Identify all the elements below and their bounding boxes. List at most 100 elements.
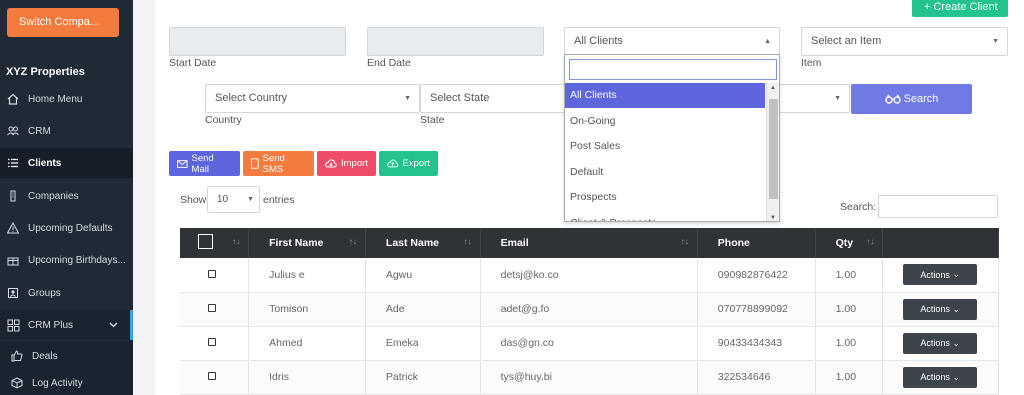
switch-company-button[interactable]: Switch Compa... xyxy=(7,8,119,37)
import-button[interactable]: Import xyxy=(317,151,376,176)
dropdown-option-default[interactable]: Default xyxy=(565,160,765,185)
page-size-select[interactable]: 10 ▼ xyxy=(207,186,260,213)
send-mail-label: Send Mail xyxy=(191,152,214,175)
qty-cell: 1.00 xyxy=(815,292,884,327)
page-size-value: 10 xyxy=(217,194,229,205)
sidebar-item-crm[interactable]: CRM xyxy=(0,116,133,146)
list-icon xyxy=(6,156,20,170)
qty-cell: 1.00 xyxy=(815,360,884,395)
row-checkbox[interactable] xyxy=(208,338,216,346)
sidebar-item-deals[interactable]: Deals xyxy=(0,341,133,371)
dropdown-search-input[interactable] xyxy=(569,59,777,80)
send-sms-button[interactable]: Send SMS xyxy=(243,151,314,176)
email-cell: tys@huy.bi xyxy=(480,360,698,395)
start-date-input[interactable] xyxy=(169,27,346,56)
actions-label: Actions xyxy=(920,372,950,382)
sidebar-item-log-activity[interactable]: Log Activity xyxy=(0,368,133,395)
last-name-cell: Emeka xyxy=(365,326,481,361)
first-name-cell: Ahmed xyxy=(248,326,366,361)
column-header[interactable]: First Name ↑↓ xyxy=(248,228,366,258)
first-name-cell: Julius e xyxy=(248,258,366,293)
sidebar-item-label: Groups xyxy=(28,287,61,299)
export-label: Export xyxy=(402,158,430,169)
item-select[interactable]: Select an Item ▼ xyxy=(801,27,1008,56)
scroll-up-icon[interactable]: ▲ xyxy=(770,85,776,91)
dropdown-scrollbar[interactable]: ▲ ▼ xyxy=(766,83,779,221)
column-label: Phone xyxy=(717,237,750,249)
import-label: Import xyxy=(341,158,368,169)
select-all-header[interactable]: ↑↓ xyxy=(180,228,250,258)
sidebar-item-crm-plus[interactable]: CRM Plus xyxy=(0,310,133,340)
row-checkbox[interactable] xyxy=(208,269,216,278)
mail-icon xyxy=(177,159,188,168)
sort-icon[interactable]: ↑↓ xyxy=(232,237,240,246)
row-actions-button[interactable]: Actions ⌄ xyxy=(903,264,978,286)
sidebar-item-upcoming-birthdays[interactable]: Upcoming Birthdays... xyxy=(0,245,133,275)
column-label: First Name xyxy=(269,237,324,249)
export-button[interactable]: Export xyxy=(379,151,438,176)
extra-select[interactable]: ▼ xyxy=(770,84,850,113)
table-row: Idris Patrick tys@huy.bi 322534646 1.00 … xyxy=(180,360,999,395)
select-all-checkbox[interactable] xyxy=(198,234,213,249)
sort-icon[interactable]: ↑↓ xyxy=(464,237,472,246)
dropdown-option-post-sales[interactable]: Post Sales xyxy=(565,134,765,159)
sort-icon[interactable]: ↑↓ xyxy=(681,237,689,246)
sidebar-item-companies[interactable]: Companies xyxy=(0,181,133,211)
last-name-cell: Ade xyxy=(365,292,481,327)
end-date-input[interactable] xyxy=(367,27,544,56)
sidebar-item-upcoming-defaults[interactable]: Upcoming Defaults xyxy=(0,213,133,243)
create-client-button[interactable]: + Create Client xyxy=(912,0,1008,17)
binoculars-icon xyxy=(884,94,901,104)
qty-cell: 1.00 xyxy=(815,326,884,361)
first-name-cell: Tomison xyxy=(248,292,366,327)
column-header[interactable]: Email ↑↓ xyxy=(480,228,698,258)
scroll-down-icon[interactable]: ▼ xyxy=(770,215,776,221)
warning-icon xyxy=(6,221,20,235)
start-date-label: Start Date xyxy=(169,57,217,69)
row-actions-button[interactable]: Actions ⌄ xyxy=(903,332,978,354)
dropdown-option-all-clients[interactable]: All Clients xyxy=(565,83,765,108)
table-search-input[interactable] xyxy=(878,195,998,218)
sort-icon[interactable]: ↑↓ xyxy=(349,237,357,246)
client-type-select[interactable]: All Clients ▲ xyxy=(564,27,780,56)
sidebar-item-label: Upcoming Birthdays... xyxy=(28,254,126,266)
sidebar: Switch Compa... XYZ Properties Home Menu… xyxy=(0,0,133,395)
sidebar-item-clients[interactable]: Clients xyxy=(0,148,133,178)
end-date-label: End Date xyxy=(367,57,411,69)
caret-down-icon: ▼ xyxy=(247,196,254,203)
row-checkbox[interactable] xyxy=(208,304,216,312)
column-header[interactable]: Last Name ↑↓ xyxy=(365,228,481,258)
show-label: Show xyxy=(180,194,207,206)
dropdown-option-prospects[interactable]: Prospects xyxy=(565,185,765,210)
actions-label: Actions xyxy=(920,269,950,280)
send-mail-button[interactable]: Send Mail xyxy=(169,151,240,176)
chevron-down-icon: ⌄ xyxy=(952,303,960,314)
chevron-down-icon xyxy=(109,320,118,331)
entries-label: entries xyxy=(263,194,295,206)
table-row: Julius e Agwu detsj@ko.co 090982876422 1… xyxy=(180,258,999,293)
first-name-cell: Idris xyxy=(248,360,366,395)
grid-icon xyxy=(6,318,20,332)
column-header[interactable]: Qty ↑↓ xyxy=(815,228,884,258)
column-label: Last Name xyxy=(385,237,440,249)
caret-down-icon: ▼ xyxy=(404,95,411,102)
sidebar-item-label: Upcoming Defaults xyxy=(28,222,113,234)
email-cell: detsj@ko.co xyxy=(480,258,698,293)
sidebar-item-home-menu[interactable]: Home Menu xyxy=(0,84,133,114)
sidebar-item-groups[interactable]: Groups xyxy=(0,278,133,308)
thumbs-up-icon xyxy=(10,349,24,363)
scrollbar-thumb[interactable] xyxy=(769,99,778,199)
email-cell: adet@g.fo xyxy=(480,292,698,327)
dropdown-option-on-going[interactable]: On-Going xyxy=(565,109,765,134)
country-select[interactable]: Select Country ▼ xyxy=(205,84,420,113)
search-button[interactable]: Search xyxy=(851,84,972,114)
column-header[interactable]: Phone xyxy=(697,228,816,258)
sort-icon[interactable]: ↑↓ xyxy=(866,237,874,246)
row-actions-button[interactable]: Actions ⌄ xyxy=(903,298,978,320)
state-select[interactable]: Select State xyxy=(420,84,570,113)
dropdown-option-client-prospects[interactable]: Client & Prospects xyxy=(565,211,765,221)
row-checkbox[interactable] xyxy=(208,372,216,380)
row-actions-button[interactable]: Actions ⌄ xyxy=(903,366,978,388)
send-sms-label: Send SMS xyxy=(262,152,285,175)
cloud-upload-icon xyxy=(387,159,399,168)
